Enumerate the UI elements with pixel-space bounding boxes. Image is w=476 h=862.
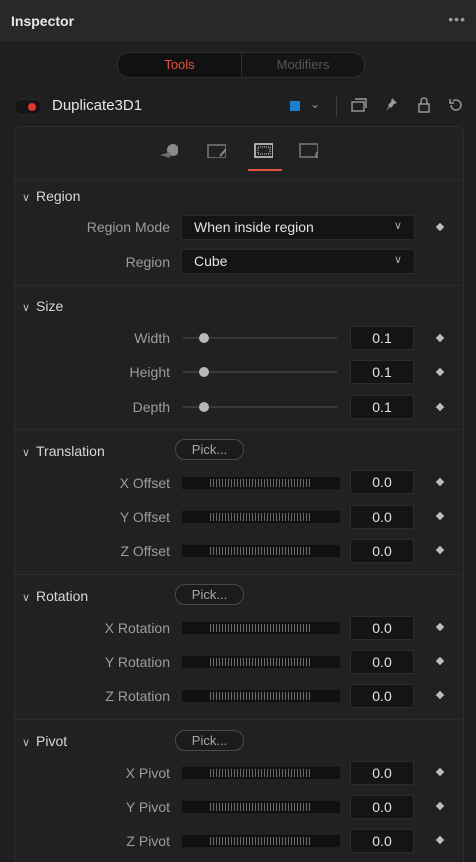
rotation-pick-button[interactable]: Pick... — [175, 584, 244, 605]
inspector-tabs: Tools Modifiers — [117, 52, 365, 78]
more-options-icon[interactable]: ••• — [448, 11, 466, 27]
y-pivot-label: Y Pivot — [125, 799, 170, 815]
x-pivot-input[interactable]: 0.0 — [350, 761, 414, 785]
y-pivot-thumbwheel[interactable] — [181, 800, 341, 814]
section-header-rotation[interactable]: ∨ Rotation — [22, 588, 88, 604]
chevron-down-icon: ∨ — [22, 592, 31, 604]
z-offset-label: Z Offset — [120, 543, 170, 559]
tab-modifiers[interactable]: Modifiers — [242, 53, 364, 77]
translation-pick-button[interactable]: Pick... — [175, 439, 244, 460]
z-offset-input[interactable]: 0.0 — [350, 539, 414, 563]
region-label: Region — [125, 254, 170, 270]
y-rotation-thumbwheel[interactable] — [181, 655, 341, 669]
transform-page-icon[interactable] — [253, 142, 273, 158]
height-slider[interactable] — [183, 367, 337, 377]
tool-name: Duplicate3D1 — [52, 97, 143, 114]
depth-input[interactable]: 0.1 — [350, 395, 414, 419]
lock-icon[interactable] — [416, 96, 432, 114]
inspector-panel: Inspector ••• Tools Modifiers Duplicate3… — [0, 0, 476, 862]
height-input[interactable]: 0.1 — [350, 360, 414, 384]
z-pivot-label: Z Pivot — [126, 833, 170, 849]
z-rotation-thumbwheel[interactable] — [181, 689, 341, 703]
reset-icon[interactable] — [447, 96, 465, 114]
height-label: Height — [129, 364, 170, 380]
depth-label: Depth — [132, 399, 170, 415]
panel-title: Inspector — [11, 13, 75, 29]
section-title: Size — [36, 298, 64, 314]
y-offset-label: Y Offset — [119, 509, 170, 525]
x-offset-label: X Offset — [119, 475, 170, 491]
width-input[interactable]: 0.1 — [350, 326, 414, 350]
section-title: Translation — [36, 443, 105, 459]
z-pivot-input[interactable]: 0.0 — [350, 829, 414, 853]
section-title: Rotation — [36, 588, 89, 604]
section-divider — [15, 429, 461, 430]
x-offset-input[interactable]: 0.0 — [350, 470, 414, 494]
depth-slider[interactable] — [183, 402, 337, 412]
y-pivot-input[interactable]: 0.0 — [350, 795, 414, 819]
panel-title-bar: Inspector ••• — [0, 0, 476, 43]
region-mode-label: Region Mode — [86, 219, 170, 235]
tab-tools[interactable]: Tools — [118, 53, 242, 77]
z-rotation-input[interactable]: 0.0 — [350, 684, 414, 708]
active-page-indicator — [248, 169, 282, 171]
section-header-pivot[interactable]: ∨ Pivot — [22, 733, 67, 749]
chevron-down-icon: ∨ — [393, 254, 402, 266]
3d-controls-page-icon[interactable] — [158, 142, 178, 158]
slider-handle[interactable] — [199, 402, 209, 412]
section-header-region[interactable]: ∨ Region — [22, 188, 80, 204]
x-rotation-thumbwheel[interactable] — [181, 621, 341, 635]
chevron-down-icon: ∨ — [22, 737, 31, 749]
region-mode-select[interactable]: When inside region ∨ — [181, 215, 415, 240]
section-divider — [15, 179, 461, 180]
chevron-down-icon: ∨ — [393, 220, 402, 232]
width-label: Width — [134, 330, 170, 346]
tool-enable-toggle[interactable] — [14, 99, 42, 115]
pin-icon[interactable] — [383, 96, 399, 114]
x-rotation-input[interactable]: 0.0 — [350, 616, 414, 640]
x-pivot-label: X Pivot — [125, 765, 170, 781]
section-divider — [15, 285, 461, 286]
section-divider — [15, 719, 461, 720]
x-rotation-label: X Rotation — [104, 620, 170, 636]
section-title: Pivot — [36, 733, 68, 749]
region-value: Cube — [194, 253, 228, 269]
region-mode-value: When inside region — [194, 219, 314, 235]
y-rotation-input[interactable]: 0.0 — [350, 650, 414, 674]
slider-handle[interactable] — [199, 367, 209, 377]
settings-page-icon[interactable] — [298, 142, 318, 158]
x-offset-thumbwheel[interactable] — [181, 476, 341, 490]
versions-icon[interactable] — [350, 97, 368, 113]
toolbar-divider — [336, 95, 337, 117]
material-page-icon[interactable] — [206, 142, 226, 158]
y-offset-input[interactable]: 0.0 — [350, 505, 414, 529]
tool-color-swatch[interactable] — [290, 101, 300, 111]
chevron-down-icon: ∨ — [22, 447, 31, 459]
section-header-size[interactable]: ∨ Size — [22, 298, 63, 314]
slider-handle[interactable] — [199, 333, 209, 343]
width-slider[interactable] — [183, 333, 337, 343]
y-rotation-label: Y Rotation — [104, 654, 170, 670]
chevron-down-icon: ∨ — [22, 192, 31, 204]
z-offset-thumbwheel[interactable] — [181, 544, 341, 558]
z-rotation-label: Z Rotation — [105, 688, 170, 704]
pivot-pick-button[interactable]: Pick... — [175, 730, 244, 751]
chevron-down-icon: ∨ — [22, 302, 31, 314]
color-chevron-down-icon[interactable]: ⌄ — [310, 97, 320, 111]
section-title: Region — [36, 188, 81, 204]
section-divider — [15, 574, 461, 575]
y-offset-thumbwheel[interactable] — [181, 510, 341, 524]
z-pivot-thumbwheel[interactable] — [181, 834, 341, 848]
region-select[interactable]: Cube ∨ — [181, 249, 415, 274]
x-pivot-thumbwheel[interactable] — [181, 766, 341, 780]
section-header-translation[interactable]: ∨ Translation — [22, 443, 105, 459]
